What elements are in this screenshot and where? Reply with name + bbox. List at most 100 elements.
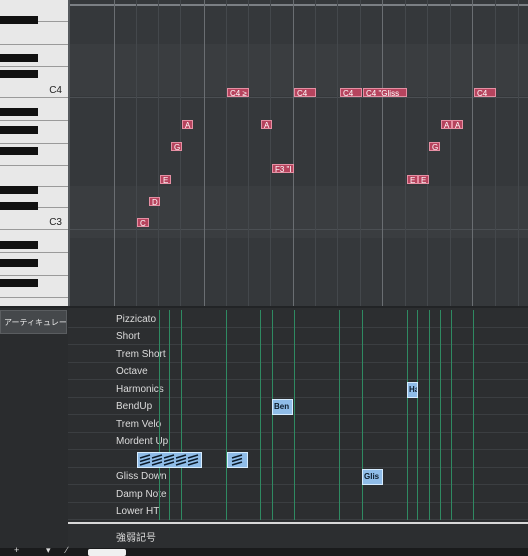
grid-line [270,0,271,306]
midi-note[interactable]: F3 "I [272,164,294,173]
onset-tick [226,310,227,520]
grid-line [315,0,316,306]
lane-row-damp-note[interactable]: Damp Note [68,486,528,503]
grid-line [337,0,338,306]
row-band [68,186,528,238]
onset-tick [440,310,441,520]
lane-row-pizzicato[interactable]: Pizzicato [68,311,528,328]
tremolo-icon [139,454,151,466]
articulation-event-gliss-down[interactable]: Glis [362,469,383,485]
tremolo-icon [187,454,199,466]
grid-line [114,0,115,306]
black-key[interactable] [0,108,38,116]
lane-row-octave[interactable]: Octave [68,363,528,380]
midi-note[interactable]: C4 [340,88,362,97]
grid-line [472,0,473,306]
articulation-event-tremolo[interactable] [227,452,248,468]
onset-tick [451,310,452,520]
black-key[interactable] [0,147,38,155]
white-key-divider [0,44,68,45]
onset-tick [429,310,430,520]
onset-tick [294,310,295,520]
white-key-divider [0,97,68,98]
midi-note[interactable]: C4 "Gliss [363,88,407,97]
onset-tick [407,310,408,520]
chevron-down-icon[interactable]: ▾ [46,545,51,556]
midi-note[interactable]: G [171,142,182,151]
tremolo-icon [151,454,163,466]
midi-note[interactable]: C4 [474,88,496,97]
lane-row-bendup[interactable]: BendUp [68,398,528,415]
black-key[interactable] [0,186,38,194]
grid-line [180,0,181,306]
articulation-event-harmonics[interactable]: Ha [407,382,418,398]
onset-tick [417,310,418,520]
grid-line [248,0,249,306]
onset-tick [169,310,170,520]
lane-row-lower-ht[interactable]: Lower HT [68,503,528,520]
black-key[interactable] [0,126,38,134]
lane-label: Lower HT [116,506,160,517]
octave-label-c4: C4 [49,85,62,96]
midi-note[interactable]: E [160,175,171,184]
grid-line [495,0,496,306]
lane-row-harmonics[interactable]: Harmonics [68,381,528,398]
midi-note[interactable]: A [441,120,452,129]
c3-line [68,229,528,230]
midi-note[interactable]: A [452,120,463,129]
lane-row-trem-velo[interactable]: Trem Velo [68,416,528,433]
lane-label: Octave [116,366,148,377]
midi-note[interactable]: A [261,120,272,129]
grid-line [136,0,137,306]
articulation-event-bendup[interactable]: Ben [272,399,293,415]
midi-note[interactable]: C [137,218,149,227]
articulation-lane-tab[interactable]: アーティキュレーション [0,310,67,334]
lane-row-short[interactable]: Short [68,328,528,345]
articulation-lane-header: アーティキュレーション [0,308,68,556]
onset-tick [473,310,474,520]
articulation-lanes[interactable]: Pizzicato Short Trem Short Octave Harmon… [68,308,528,556]
midi-note[interactable]: E [407,175,418,184]
lane-label: Pizzicato [116,314,157,325]
white-key-divider [0,297,68,298]
grid-line [405,0,406,306]
midi-note[interactable]: G [429,142,440,151]
midi-note[interactable]: E [418,175,429,184]
white-key-divider [0,165,68,166]
grid-line [68,0,70,306]
tremolo-icon [175,454,187,466]
tremolo-icon [231,454,243,466]
black-key[interactable] [0,241,38,249]
black-key[interactable] [0,279,38,287]
midi-note[interactable]: C4 ≥ [227,88,249,97]
articulation-event-tremolo[interactable] [137,452,202,468]
piano-keyboard[interactable]: C4 C3 [0,0,68,306]
midi-note[interactable]: D [149,197,160,206]
toolbar-button[interactable] [88,549,126,556]
onset-tick [362,310,363,520]
grid-line [158,0,159,306]
grid-line [293,0,294,306]
piano-roll-grid[interactable]: C4 ≥ C4 C4 C4 "Gliss C4 A A A A G G F3 "… [68,0,528,306]
midi-note[interactable]: C4 [294,88,316,97]
grid-line [450,0,451,306]
lane-row-gliss-down[interactable]: Gliss Down [68,468,528,485]
black-key[interactable] [0,54,38,62]
white-key-divider [0,229,68,230]
grid-top-line [68,4,528,6]
lane-label: BendUp [116,401,153,412]
grid-line [427,0,428,306]
lane-row-mordent-up[interactable]: Mordent Up [68,433,528,450]
onset-tick [260,310,261,520]
black-key[interactable] [0,70,38,78]
lane-label: Short [116,331,140,342]
slash-icon: ∕ [66,545,68,555]
lane-row-trem-short[interactable]: Trem Short [68,346,528,363]
black-key[interactable] [0,16,38,24]
black-key[interactable] [0,259,38,267]
onset-tick [339,310,340,520]
white-key-divider [0,275,68,276]
octave-label-c3: C3 [49,217,62,228]
black-key[interactable] [0,202,38,210]
midi-note[interactable]: A [182,120,193,129]
